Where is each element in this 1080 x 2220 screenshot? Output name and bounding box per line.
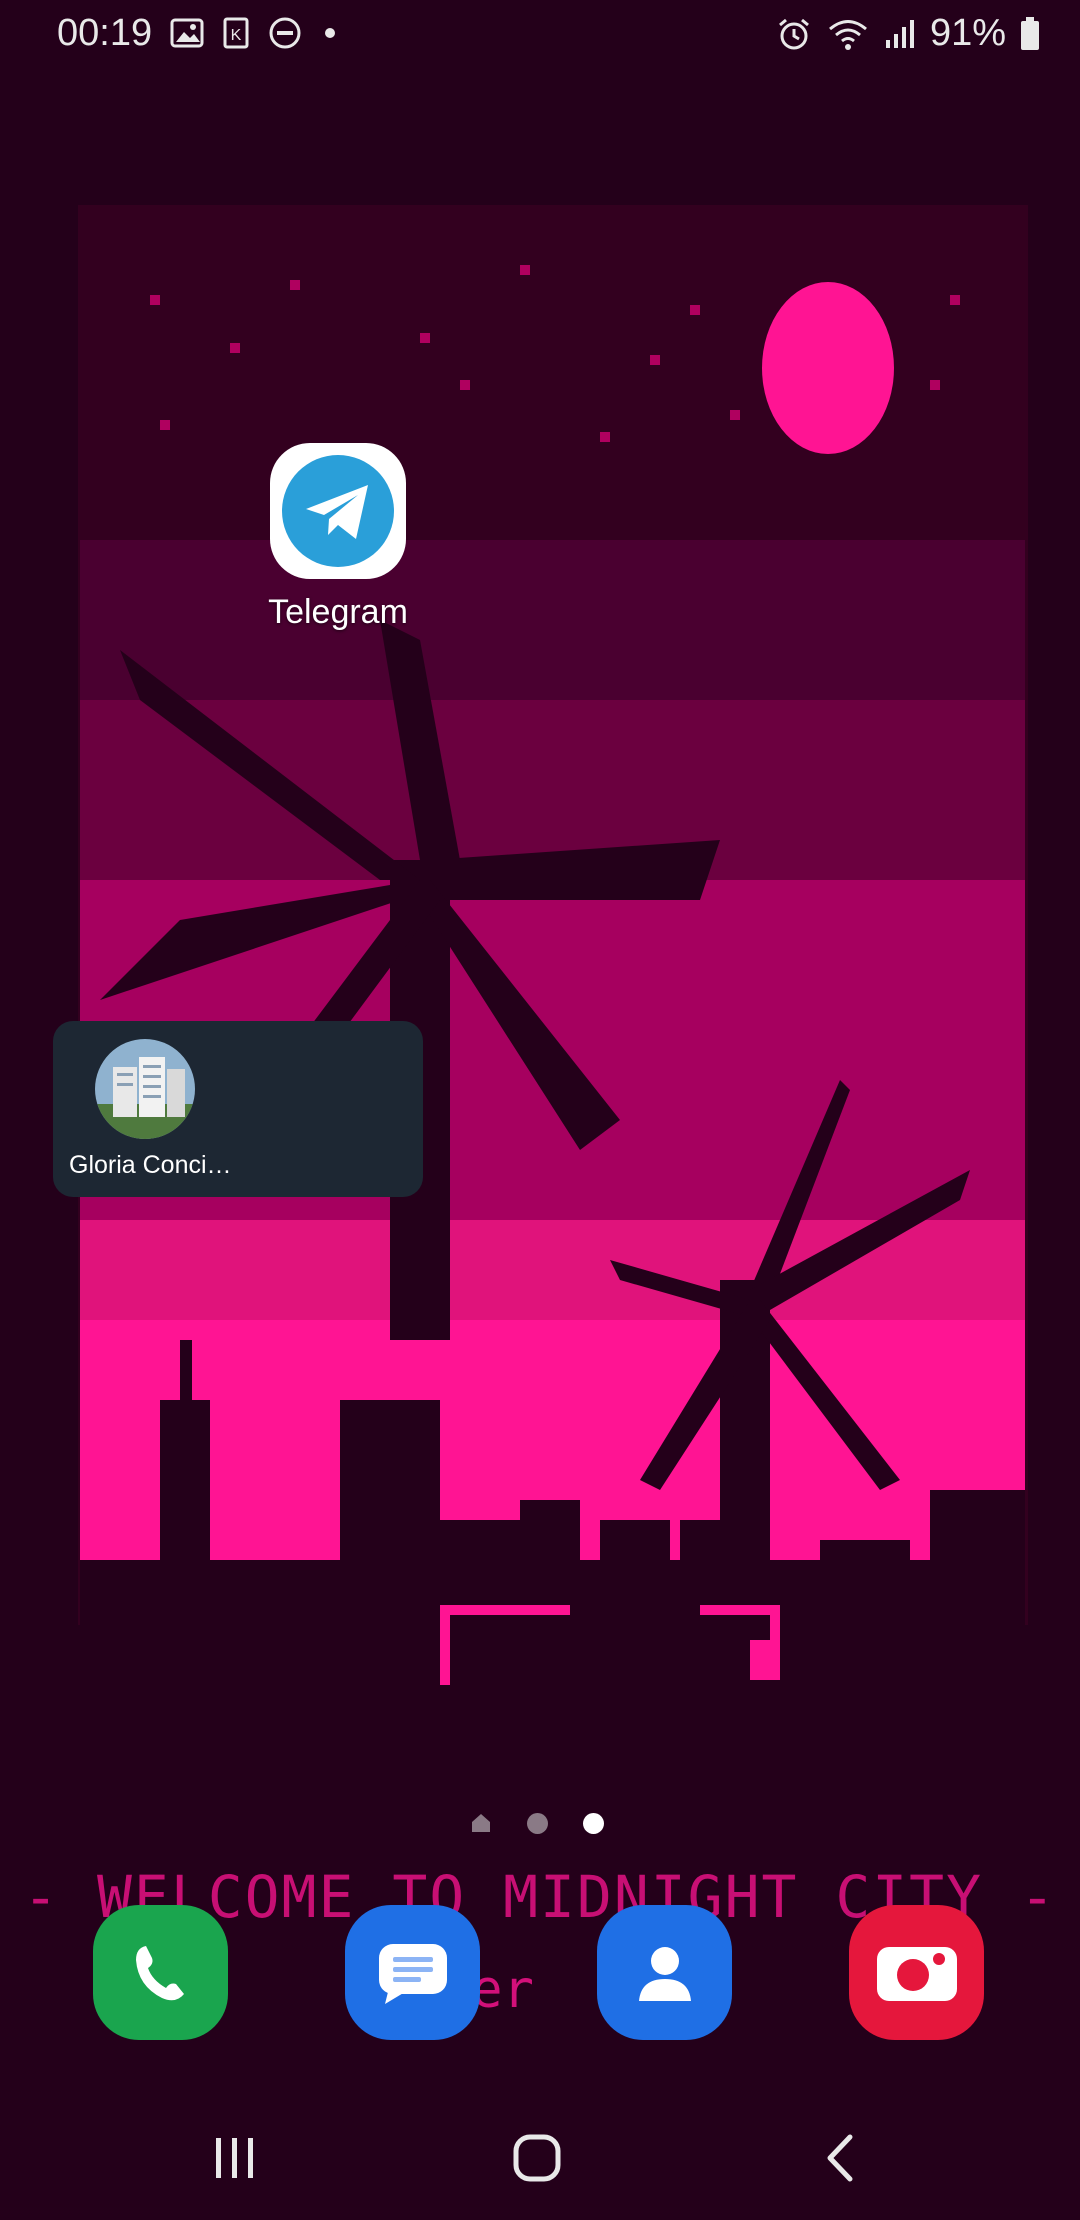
page-indicator-dot-active[interactable] [583, 1812, 604, 1834]
telegram-icon [282, 455, 394, 567]
camera-icon [876, 1946, 957, 2001]
messages-icon [378, 1943, 447, 2004]
app-label-telegram: Telegram [268, 593, 408, 631]
status-right-icons: 91% [776, 12, 1040, 55]
status-time: 00:19 [57, 12, 153, 54]
contact-avatar [95, 1039, 195, 1139]
telegram-icon-tile [270, 443, 406, 579]
phone-icon [135, 1945, 184, 2000]
wifi-icon [828, 19, 867, 50]
do-not-disturb-icon [269, 17, 301, 49]
dock [0, 1905, 1080, 2045]
page-indicator-dot[interactable] [527, 1812, 548, 1834]
sim-k-icon: K [223, 17, 249, 49]
page-indicator[interactable] [470, 1812, 604, 1834]
app-telegram[interactable]: Telegram [258, 443, 418, 632]
image-icon [170, 18, 204, 48]
battery-icon [1021, 16, 1039, 50]
battery-percent: 91% [929, 12, 1006, 54]
dock-messages[interactable] [345, 1905, 480, 2040]
home-page-indicator-icon[interactable] [470, 1812, 492, 1834]
status-bar: 00:19 K 91% [0, 0, 1080, 66]
svg-text:K: K [231, 27, 242, 44]
signal-icon [885, 19, 914, 48]
home-icon [513, 2134, 561, 2182]
alarm-icon [778, 18, 809, 49]
recents-button[interactable] [195, 2128, 275, 2188]
dock-phone[interactable] [93, 1905, 228, 2040]
widget-label: Gloria Conci… [69, 1151, 232, 1179]
dock-contacts[interactable] [597, 1905, 732, 2040]
status-left-icons: K [170, 16, 340, 50]
contacts-icon [638, 1946, 691, 2001]
dot-icon [325, 28, 335, 38]
home-button[interactable] [497, 2128, 577, 2188]
back-button[interactable] [800, 2128, 880, 2188]
navigation-bar [0, 2100, 1080, 2220]
dock-camera[interactable] [849, 1905, 984, 2040]
recents-icon [216, 2138, 253, 2178]
moon-icon [762, 282, 894, 454]
back-icon [827, 2134, 853, 2182]
contact-shortcut-widget[interactable]: Gloria Conci… [53, 1021, 423, 1197]
